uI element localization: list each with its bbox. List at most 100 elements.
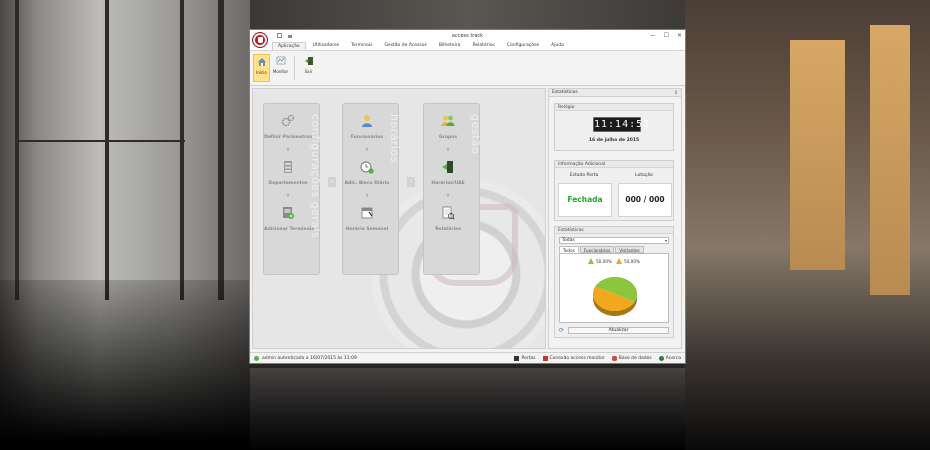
menu-tab-configuracoes[interactable]: Configurações xyxy=(502,42,544,50)
stats-tabs: Todos Funcionários Visitantes xyxy=(559,246,644,253)
statistics-panel-header: Estatísticas ↕ xyxy=(549,89,681,97)
user-status-text: admin autenticado a 16/07/2015 às 11:09 xyxy=(262,355,357,361)
informacao-adicional-title: Informação Adicional xyxy=(555,161,673,168)
refresh-row: ⟳ Atualizar xyxy=(559,326,669,334)
background-right-hallway xyxy=(685,0,930,450)
window-reflection xyxy=(250,368,685,450)
menu-tab-relatorios[interactable]: Relatórios xyxy=(467,42,499,50)
door-status-icon xyxy=(514,355,520,361)
chevron-down-icon: ∨ xyxy=(445,146,451,153)
exit-icon xyxy=(304,57,313,65)
refresh-icon[interactable]: ⟳ xyxy=(559,327,564,334)
portas-label: Portas xyxy=(521,355,536,361)
background-top xyxy=(250,0,685,30)
menu-tab-gestao-acessos[interactable]: Gestão de Acessos xyxy=(379,42,431,50)
calendar-icon xyxy=(361,207,373,219)
lotacao-label: Lotação xyxy=(635,173,653,178)
adicionar-terminais-button[interactable]: Adicionar Terminais xyxy=(264,206,314,232)
pin-icon[interactable]: ↕ xyxy=(674,90,678,96)
horarios-uae-button[interactable]: Horários/UAE xyxy=(424,160,472,186)
relatorios-label: Relatórios xyxy=(435,227,461,232)
tab-todos[interactable]: Todos xyxy=(559,246,579,253)
plug-icon xyxy=(542,355,548,361)
database-icon xyxy=(611,355,617,361)
inicio-label: Início xyxy=(256,70,267,75)
status-bar: admin autenticado a 16/07/2015 às 11:09 … xyxy=(250,352,685,363)
adic-bloco-diario-button[interactable]: Adic. Bloco Diário xyxy=(343,160,391,186)
horario-semanal-label: Horário Semanal xyxy=(345,227,389,232)
estado-porta-label: Estado Porta xyxy=(569,173,599,178)
home-icon xyxy=(257,58,266,66)
background-left-hallway xyxy=(0,0,250,450)
ribbon: Início Monitor Sair xyxy=(250,51,685,86)
horario-semanal-button[interactable]: Horário Semanal xyxy=(343,206,391,232)
title-bar: access track — ☐ ✕ xyxy=(250,30,685,47)
grupos-button[interactable]: Grupos xyxy=(424,114,472,140)
chevron-down-icon: ∨ xyxy=(445,192,451,199)
relatorios-button[interactable]: Relatórios xyxy=(424,206,472,232)
app-logo-icon[interactable] xyxy=(253,33,267,47)
statistics-panel-title: Estatísticas xyxy=(552,90,578,95)
inicio-button[interactable]: Início xyxy=(253,54,270,82)
definir-parametros-label: Definir Parâmetros xyxy=(264,135,313,140)
filter-select-value: Todas xyxy=(562,238,575,243)
about-icon xyxy=(658,355,664,361)
tab-funcionarios[interactable]: Funcionários xyxy=(579,246,615,253)
chevron-down-icon: ▾ xyxy=(664,238,667,243)
group-configuracoes-gerais: configurações gerais Definir Parâmetros … xyxy=(263,103,322,275)
statistics-panel: Estatísticas ↕ Relógio 11:14:52 16 de ju… xyxy=(548,88,682,349)
filter-select[interactable]: Todas ▾ xyxy=(559,237,669,244)
menu-tab-aplicacao[interactable]: Aplicação xyxy=(272,42,306,50)
group-horarios: horários Funcionários ∨ Adic. Bloco Diár… xyxy=(342,103,401,275)
chevron-down-icon: ∨ xyxy=(364,146,370,153)
app-window: access track — ☐ ✕ Aplicação Utilizadore… xyxy=(249,29,686,364)
chevron-down-icon: ∨ xyxy=(364,192,370,199)
departamentos-button[interactable]: Departamentos xyxy=(264,160,312,186)
window-title: access track xyxy=(451,33,484,39)
gears-icon xyxy=(281,114,295,127)
current-date: 16 de julho de 2015 xyxy=(588,138,640,143)
relogio-card: Relógio 11:14:52 16 de julho de 2015 xyxy=(554,103,674,151)
database-label: Base de dados xyxy=(618,355,652,361)
funcionarios-button[interactable]: Funcionários xyxy=(343,114,391,140)
group-gestao: gestão Grupos ∨ Horários/UAE ∨ Relatório… xyxy=(423,103,482,275)
conexao-status[interactable]: Conexão access monitor xyxy=(542,355,605,361)
capacity-value: 000 / 000 xyxy=(618,183,672,217)
clock-add-icon xyxy=(360,161,374,174)
dashboard-panel: configurações gerais Definir Parâmetros … xyxy=(252,88,546,349)
chevron-down-icon: ∨ xyxy=(285,146,291,153)
acerca-status[interactable]: Acerca xyxy=(658,355,681,361)
digital-clock: 11:14:52 xyxy=(593,117,651,132)
chevron-right-icon: › xyxy=(328,177,336,187)
menu-bar: Aplicação Utilizadores Terminais Gestão … xyxy=(250,42,685,51)
atualizar-button[interactable]: Atualizar xyxy=(568,326,669,334)
portas-status[interactable]: Portas xyxy=(514,355,536,361)
acerca-label: Acerca xyxy=(665,355,681,361)
tab-visitantes[interactable]: Visitantes xyxy=(615,246,644,253)
maximize-button[interactable]: ☐ xyxy=(664,32,669,39)
sair-label: Sair xyxy=(304,69,313,74)
menu-tab-utilizadores[interactable]: Utilizadores xyxy=(308,42,344,50)
relogio-title: Relógio xyxy=(555,104,673,111)
pie-chart-area: 50,00% 50,00% xyxy=(559,253,669,323)
menu-tab-terminais[interactable]: Terminais xyxy=(346,42,377,50)
menu-tab-bilheteira[interactable]: Bilheteira xyxy=(434,42,466,50)
departamentos-label: Departamentos xyxy=(268,181,308,186)
menu-tab-ajuda[interactable]: Ajuda xyxy=(546,42,569,50)
user-icon xyxy=(362,115,372,127)
chevron-right-icon: › xyxy=(407,177,415,187)
door-status-value: Fechada xyxy=(558,183,612,217)
database-status[interactable]: Base de dados xyxy=(611,355,652,361)
cabinet-icon xyxy=(284,161,292,173)
estatisticas-title: Estatísticas xyxy=(555,227,673,234)
close-button[interactable]: ✕ xyxy=(677,32,682,39)
monitor-button[interactable]: Monitor xyxy=(272,54,289,82)
definir-parametros-button[interactable]: Definir Parâmetros xyxy=(264,114,312,140)
estatisticas-card: Estatísticas Todas ▾ Todos Funcionários … xyxy=(554,226,674,338)
conexao-label: Conexão access monitor xyxy=(549,355,605,361)
funcionarios-label: Funcionários xyxy=(350,135,384,140)
chevron-down-icon: ∨ xyxy=(285,192,291,199)
adic-bloco-diario-label: Adic. Bloco Diário xyxy=(344,181,390,186)
minimize-button[interactable]: — xyxy=(650,32,656,39)
sair-button[interactable]: Sair xyxy=(300,54,317,82)
